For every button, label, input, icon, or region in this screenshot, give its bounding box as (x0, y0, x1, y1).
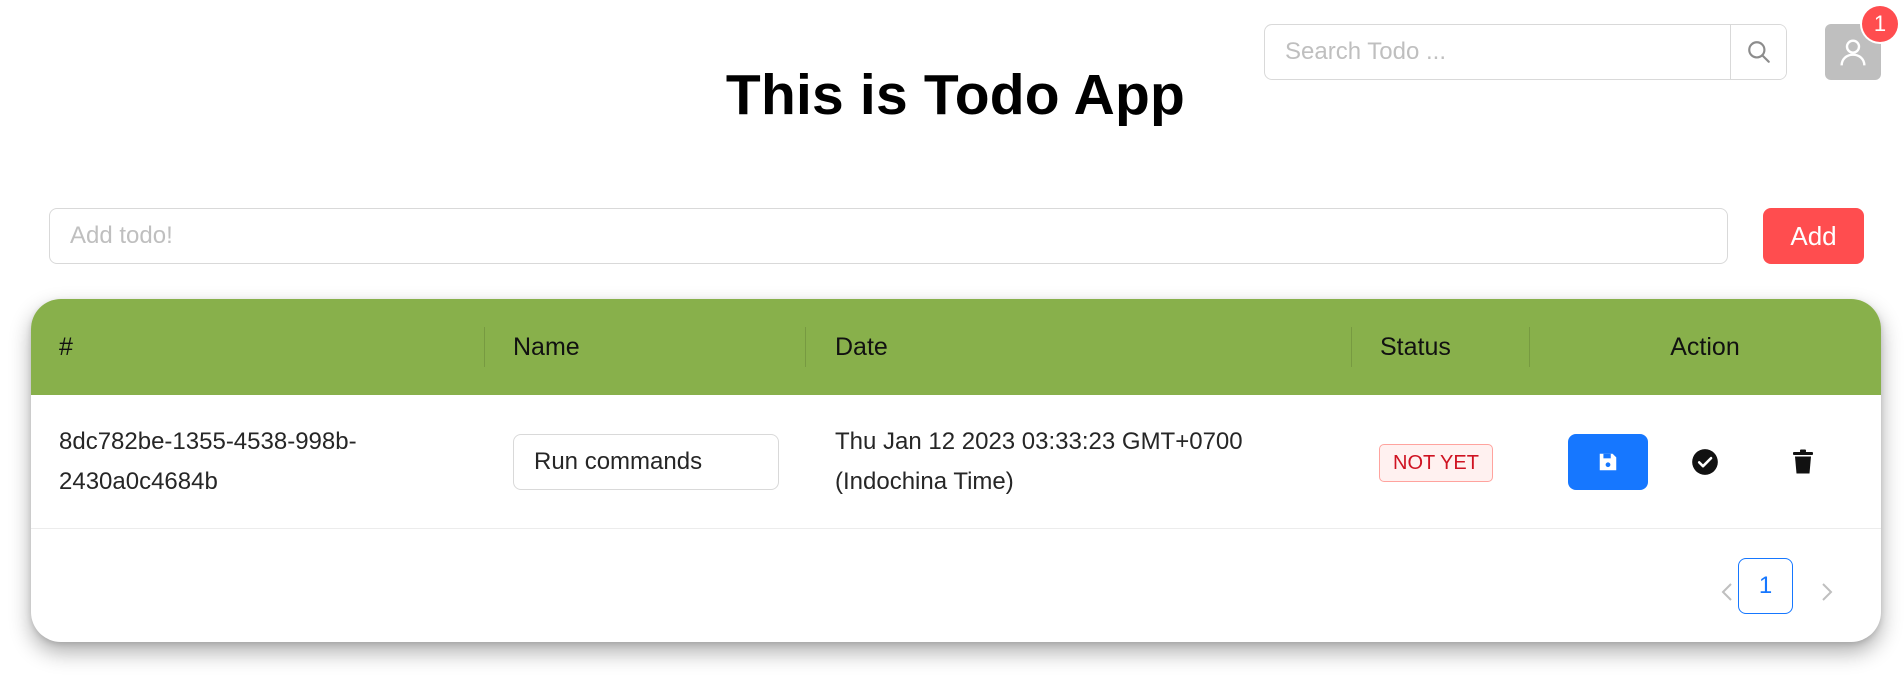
search-bar (1264, 24, 1787, 80)
todo-date-line: Thu Jan 12 2023 03:33:23 GMT+0700 (835, 428, 1243, 455)
status-badge: NOT YET (1379, 444, 1493, 482)
pagination-page[interactable]: 1 (1738, 558, 1793, 614)
add-button[interactable]: Add (1763, 208, 1864, 264)
column-header-name: Name (513, 332, 580, 361)
todo-id-line: 8dc782be-1355-4538-998b- (59, 428, 357, 455)
table-header: # Name Date Status Action (31, 299, 1881, 395)
add-todo-input[interactable] (49, 208, 1728, 264)
save-button[interactable] (1568, 434, 1648, 490)
search-button[interactable] (1730, 25, 1786, 79)
todo-table: # Name Date Status Action 8dc782be-1355-… (31, 299, 1881, 642)
complete-button[interactable] (1685, 442, 1725, 482)
column-divider (1351, 327, 1352, 367)
search-icon (1747, 41, 1770, 63)
save-icon (1599, 453, 1617, 471)
column-header-id: # (59, 332, 73, 361)
chevron-right-icon (1822, 583, 1833, 601)
notification-badge: 1 (1862, 6, 1898, 42)
table-row: 8dc782be-1355-4538-998b- 2430a0c4684b Th… (31, 395, 1881, 529)
column-header-action: Action (1670, 332, 1740, 361)
todo-date-line: (Indochina Time) (835, 468, 1014, 495)
check-circle-icon (1692, 449, 1718, 475)
todo-date: Thu Jan 12 2023 03:33:23 GMT+0700 (Indoc… (835, 422, 1243, 502)
pagination-next[interactable] (1807, 572, 1847, 612)
column-divider (484, 327, 485, 367)
todo-id-line: 2430a0c4684b (59, 468, 218, 495)
delete-icon (1793, 449, 1813, 474)
column-header-status: Status (1380, 332, 1451, 361)
column-header-date: Date (835, 332, 888, 361)
todo-id: 8dc782be-1355-4538-998b- 2430a0c4684b (59, 422, 357, 502)
column-divider (805, 327, 806, 367)
todo-name-input[interactable] (513, 434, 779, 490)
search-input[interactable] (1265, 25, 1730, 79)
user-icon (1840, 39, 1866, 66)
delete-button[interactable] (1783, 442, 1823, 482)
chevron-left-icon (1721, 583, 1732, 601)
